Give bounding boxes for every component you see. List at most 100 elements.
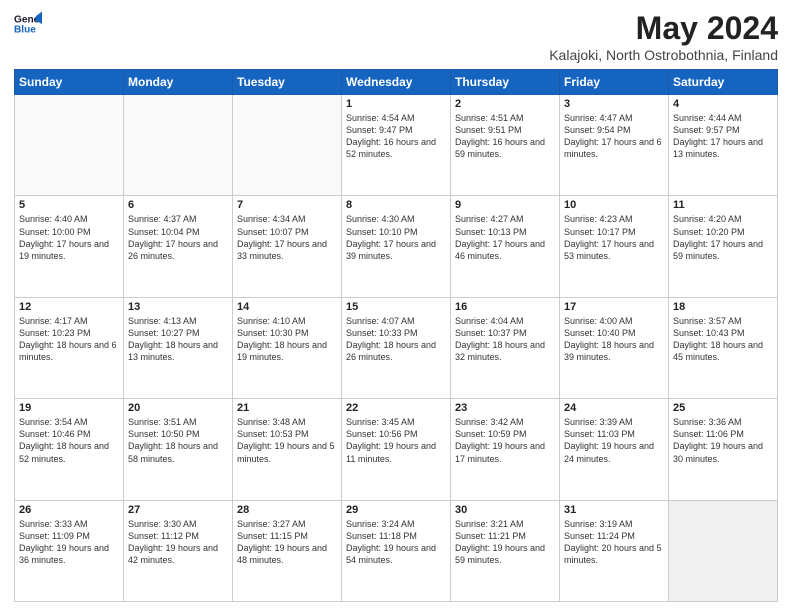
table-row: 5 Sunrise: 4:40 AM Sunset: 10:00 PM Dayli… bbox=[15, 196, 124, 297]
day-info: Sunrise: 4:13 AM Sunset: 10:27 PM Daylig… bbox=[128, 315, 228, 364]
day-number: 29 bbox=[346, 504, 446, 516]
table-row bbox=[15, 95, 124, 196]
day-info: Sunrise: 3:19 AM Sunset: 11:24 PM Daylig… bbox=[564, 518, 664, 567]
day-info: Sunrise: 4:51 AM Sunset: 9:51 PM Dayligh… bbox=[455, 112, 555, 161]
day-number: 5 bbox=[19, 199, 119, 211]
calendar-week-row: 26 Sunrise: 3:33 AM Sunset: 11:09 PM Dayl… bbox=[15, 500, 778, 601]
day-number: 12 bbox=[19, 301, 119, 313]
day-number: 20 bbox=[128, 402, 228, 414]
calendar-week-row: 12 Sunrise: 4:17 AM Sunset: 10:23 PM Dayl… bbox=[15, 297, 778, 398]
table-row: 2 Sunrise: 4:51 AM Sunset: 9:51 PM Daylig… bbox=[451, 95, 560, 196]
table-row: 16 Sunrise: 4:04 AM Sunset: 10:37 PM Dayl… bbox=[451, 297, 560, 398]
calendar-week-row: 5 Sunrise: 4:40 AM Sunset: 10:00 PM Dayli… bbox=[15, 196, 778, 297]
table-row: 18Sunrise: 3:57 AM Sunset: 10:43 PM Dayl… bbox=[669, 297, 778, 398]
table-row: 22 Sunrise: 3:45 AM Sunset: 10:56 PM Dayl… bbox=[342, 399, 451, 500]
calendar-table: Sunday Monday Tuesday Wednesday Thursday… bbox=[14, 69, 778, 602]
table-row: 14 Sunrise: 4:10 AM Sunset: 10:30 PM Dayl… bbox=[233, 297, 342, 398]
day-info: Sunrise: 4:20 AM Sunset: 10:20 PM Daylig… bbox=[673, 213, 773, 262]
day-number: 9 bbox=[455, 199, 555, 211]
table-row: 24 Sunrise: 3:39 AM Sunset: 11:03 PM Dayl… bbox=[560, 399, 669, 500]
day-info: Sunrise: 4:07 AM Sunset: 10:33 PM Daylig… bbox=[346, 315, 446, 364]
day-number: 8 bbox=[346, 199, 446, 211]
day-info: Sunrise: 3:45 AM Sunset: 10:56 PM Daylig… bbox=[346, 416, 446, 465]
day-number: 23 bbox=[455, 402, 555, 414]
table-row bbox=[669, 500, 778, 601]
title-block: May 2024 Kalajoki, North Ostrobothnia, F… bbox=[549, 10, 778, 63]
table-row: 19 Sunrise: 3:54 AM Sunset: 10:46 PM Dayl… bbox=[15, 399, 124, 500]
table-row: 7Sunrise: 4:34 AM Sunset: 10:07 PM Dayli… bbox=[233, 196, 342, 297]
day-number: 22 bbox=[346, 402, 446, 414]
col-thursday: Thursday bbox=[451, 70, 560, 95]
day-info: Sunrise: 4:30 AM Sunset: 10:10 PM Daylig… bbox=[346, 213, 446, 262]
page-title: May 2024 bbox=[549, 10, 778, 47]
day-info: Sunrise: 3:48 AM Sunset: 10:53 PM Daylig… bbox=[237, 416, 337, 465]
day-info: Sunrise: 3:42 AM Sunset: 10:59 PM Daylig… bbox=[455, 416, 555, 465]
day-info: Sunrise: 4:23 AM Sunset: 10:17 PM Daylig… bbox=[564, 213, 664, 262]
logo: General Blue bbox=[14, 10, 42, 38]
day-info: Sunrise: 4:17 AM Sunset: 10:23 PM Daylig… bbox=[19, 315, 119, 364]
day-info: Sunrise: 4:00 AM Sunset: 10:40 PM Daylig… bbox=[564, 315, 664, 364]
day-number: 6 bbox=[128, 199, 228, 211]
table-row: 20 Sunrise: 3:51 AM Sunset: 10:50 PM Dayl… bbox=[124, 399, 233, 500]
table-row: 29 Sunrise: 3:24 AM Sunset: 11:18 PM Dayl… bbox=[342, 500, 451, 601]
table-row: 15 Sunrise: 4:07 AM Sunset: 10:33 PM Dayl… bbox=[342, 297, 451, 398]
day-number: 17 bbox=[564, 301, 664, 313]
day-info: Sunrise: 3:39 AM Sunset: 11:03 PM Daylig… bbox=[564, 416, 664, 465]
day-number: 13 bbox=[128, 301, 228, 313]
day-info: Sunrise: 3:54 AM Sunset: 10:46 PM Daylig… bbox=[19, 416, 119, 465]
day-info: Sunrise: 4:04 AM Sunset: 10:37 PM Daylig… bbox=[455, 315, 555, 364]
day-info: Sunrise: 3:57 AM Sunset: 10:43 PM Daylig… bbox=[673, 315, 773, 364]
table-row: 23 Sunrise: 3:42 AM Sunset: 10:59 PM Dayl… bbox=[451, 399, 560, 500]
day-info: Sunrise: 3:51 AM Sunset: 10:50 PM Daylig… bbox=[128, 416, 228, 465]
table-row: 26 Sunrise: 3:33 AM Sunset: 11:09 PM Dayl… bbox=[15, 500, 124, 601]
table-row: 8 Sunrise: 4:30 AM Sunset: 10:10 PM Dayli… bbox=[342, 196, 451, 297]
day-number: 25 bbox=[673, 402, 773, 414]
day-info: Sunrise: 3:24 AM Sunset: 11:18 PM Daylig… bbox=[346, 518, 446, 567]
calendar-week-row: 1Sunrise: 4:54 AM Sunset: 9:47 PM Daylig… bbox=[15, 95, 778, 196]
table-row: 30 Sunrise: 3:21 AM Sunset: 11:21 PM Dayl… bbox=[451, 500, 560, 601]
day-info: Sunrise: 4:44 AM Sunset: 9:57 PM Dayligh… bbox=[673, 112, 773, 161]
day-number: 3 bbox=[564, 98, 664, 110]
day-number: 14 bbox=[237, 301, 337, 313]
table-row bbox=[124, 95, 233, 196]
day-number: 30 bbox=[455, 504, 555, 516]
day-number: 15 bbox=[346, 301, 446, 313]
day-info: Sunrise: 3:27 AM Sunset: 11:15 PM Daylig… bbox=[237, 518, 337, 567]
svg-text:Blue: Blue bbox=[14, 25, 36, 36]
day-info: Sunrise: 4:10 AM Sunset: 10:30 PM Daylig… bbox=[237, 315, 337, 364]
day-info: Sunrise: 4:27 AM Sunset: 10:13 PM Daylig… bbox=[455, 213, 555, 262]
col-wednesday: Wednesday bbox=[342, 70, 451, 95]
day-info: Sunrise: 3:30 AM Sunset: 11:12 PM Daylig… bbox=[128, 518, 228, 567]
day-info: Sunrise: 4:40 AM Sunset: 10:00 PM Daylig… bbox=[19, 213, 119, 262]
day-number: 27 bbox=[128, 504, 228, 516]
day-info: Sunrise: 4:47 AM Sunset: 9:54 PM Dayligh… bbox=[564, 112, 664, 161]
logo-icon: General Blue bbox=[14, 10, 42, 38]
day-number: 1 bbox=[346, 98, 446, 110]
day-number: 4 bbox=[673, 98, 773, 110]
day-number: 26 bbox=[19, 504, 119, 516]
day-info: Sunrise: 3:21 AM Sunset: 11:21 PM Daylig… bbox=[455, 518, 555, 567]
day-number: 7 bbox=[237, 199, 337, 211]
day-info: Sunrise: 3:33 AM Sunset: 11:09 PM Daylig… bbox=[19, 518, 119, 567]
table-row: 21Sunrise: 3:48 AM Sunset: 10:53 PM Dayl… bbox=[233, 399, 342, 500]
col-tuesday: Tuesday bbox=[233, 70, 342, 95]
table-row: 31 Sunrise: 3:19 AM Sunset: 11:24 PM Dayl… bbox=[560, 500, 669, 601]
day-number: 31 bbox=[564, 504, 664, 516]
calendar-header-row: Sunday Monday Tuesday Wednesday Thursday… bbox=[15, 70, 778, 95]
table-row bbox=[233, 95, 342, 196]
col-saturday: Saturday bbox=[669, 70, 778, 95]
table-row: 13 Sunrise: 4:13 AM Sunset: 10:27 PM Dayl… bbox=[124, 297, 233, 398]
day-number: 16 bbox=[455, 301, 555, 313]
calendar-week-row: 19 Sunrise: 3:54 AM Sunset: 10:46 PM Dayl… bbox=[15, 399, 778, 500]
day-number: 2 bbox=[455, 98, 555, 110]
day-info: Sunrise: 3:36 AM Sunset: 11:06 PM Daylig… bbox=[673, 416, 773, 465]
table-row: 27 Sunrise: 3:30 AM Sunset: 11:12 PM Dayl… bbox=[124, 500, 233, 601]
table-row: 4 Sunrise: 4:44 AM Sunset: 9:57 PM Daylig… bbox=[669, 95, 778, 196]
day-number: 19 bbox=[19, 402, 119, 414]
header: General Blue May 2024 Kalajoki, North Os… bbox=[14, 10, 778, 63]
day-number: 28 bbox=[237, 504, 337, 516]
page: General Blue May 2024 Kalajoki, North Os… bbox=[0, 0, 792, 612]
day-number: 24 bbox=[564, 402, 664, 414]
table-row: 28 Sunrise: 3:27 AM Sunset: 11:15 PM Dayl… bbox=[233, 500, 342, 601]
col-friday: Friday bbox=[560, 70, 669, 95]
